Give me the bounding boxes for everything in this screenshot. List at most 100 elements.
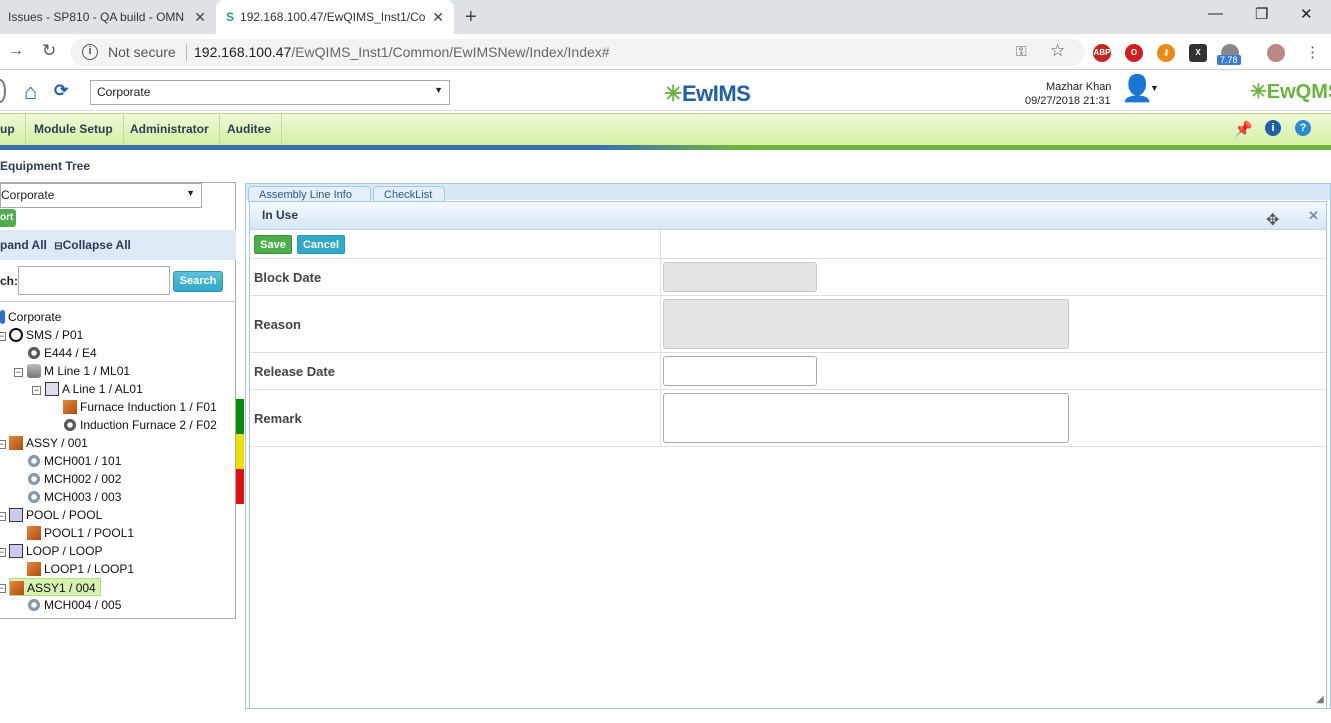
back-circle-icon[interactable]: [0, 79, 6, 103]
main-menu: up Module Setup Administrator Auditee 📌 …: [0, 113, 1331, 145]
info-icon[interactable]: i: [82, 44, 98, 60]
user-dropdown-icon[interactable]: ▼: [1150, 83, 1159, 93]
export-button[interactable]: ort: [0, 209, 16, 227]
ewims-logo: ✳EwIMS: [664, 81, 751, 106]
cancel-button[interactable]: Cancel: [297, 235, 345, 254]
home-icon[interactable]: ⌂: [24, 79, 37, 105]
plant-select[interactable]: Corporate ▼: [90, 80, 450, 105]
url-text[interactable]: 192.168.100.47/EwQIMS_Inst1/Common/EwIMS…: [194, 44, 610, 60]
tree-node[interactable]: Corporate: [0, 308, 61, 326]
browser-tab-ewqims[interactable]: S 192.168.100.47/EwQIMS_Inst1/Co ✕: [216, 0, 454, 34]
form-row-remark: Remark: [250, 390, 1326, 447]
omnibox[interactable]: i Not secure 192.168.100.47/EwQIMS_Inst1…: [70, 39, 1085, 66]
pin-icon[interactable]: 📌: [1234, 120, 1253, 138]
tree-node[interactable]: MCH004 / 005: [27, 596, 121, 614]
collapse-toggle-icon[interactable]: −: [0, 512, 6, 521]
adblock-icon[interactable]: ABP: [1093, 44, 1111, 62]
save-button[interactable]: Save: [254, 235, 292, 254]
user-name: Mazhar Khan: [1046, 81, 1112, 93]
tree-search-row: ch: Search: [0, 263, 236, 301]
status-red-strip: [236, 469, 244, 504]
profile-avatar[interactable]: [1267, 44, 1285, 62]
tab-assembly-line-info[interactable]: Assembly Line Info: [248, 186, 371, 202]
pool-icon: [9, 508, 23, 522]
collapse-toggle-icon[interactable]: −: [0, 584, 6, 593]
tree-node[interactable]: Furnace Induction 1 / F01: [63, 398, 217, 416]
maximize-icon[interactable]: ❐: [1255, 5, 1268, 23]
new-tab-icon[interactable]: +: [465, 6, 477, 29]
reason-textarea: [663, 299, 1069, 349]
machine-gear-icon: [27, 472, 41, 486]
tree-node[interactable]: SMS / P01: [9, 326, 83, 344]
menu-item-setup[interactable]: up: [0, 114, 26, 145]
status-green-strip: [236, 399, 244, 434]
remark-label: Remark: [254, 411, 302, 426]
reload-icon[interactable]: ↻: [42, 41, 56, 61]
tab-favicon-icon: S: [226, 10, 235, 24]
divider: [660, 296, 661, 352]
block-date-input: [663, 262, 817, 292]
dialog-titlebar[interactable]: In Use ✥ ✕: [250, 202, 1326, 230]
tree-node[interactable]: MCH002 / 002: [27, 470, 121, 488]
help-icon[interactable]: ?: [1295, 120, 1311, 136]
chevron-down-icon: ▼: [186, 188, 195, 198]
tab-checklist[interactable]: CheckList: [373, 186, 445, 202]
remark-textarea[interactable]: [663, 393, 1069, 443]
user-avatar-icon[interactable]: 👤: [1121, 73, 1153, 104]
expand-all-link[interactable]: pand All: [0, 238, 47, 252]
key-extension-icon[interactable]: ⚷: [1157, 44, 1175, 62]
tree-plant-select[interactable]: Corporate ▼: [0, 183, 202, 208]
menu-item-administrator[interactable]: Administrator: [120, 114, 220, 145]
tree-node-selected[interactable]: ASSY1 / 004: [9, 578, 101, 596]
release-date-input[interactable]: [663, 356, 817, 386]
collapse-toggle-icon[interactable]: −: [32, 386, 41, 395]
divider: [660, 390, 661, 446]
ewqms-logo: ✳EwQMS: [1250, 81, 1331, 103]
form-row-block-date: Block Date: [250, 259, 1326, 296]
collapse-toggle-icon[interactable]: −: [0, 332, 6, 341]
tree-node[interactable]: ASSY / 001: [9, 434, 88, 452]
tree-node[interactable]: Induction Furnace 2 / F02: [63, 416, 217, 434]
assembly-icon: [10, 581, 24, 595]
collapse-toggle-icon[interactable]: −: [14, 368, 23, 377]
collapse-toggle-icon[interactable]: −: [0, 440, 6, 449]
menu-item-module-setup[interactable]: Module Setup: [24, 114, 124, 145]
resize-handle-icon[interactable]: ◢: [1316, 694, 1324, 705]
corporate-icon: [0, 310, 5, 324]
forward-icon[interactable]: →: [8, 42, 24, 60]
collapse-icon: ⊟: [54, 241, 63, 252]
close-tab-icon[interactable]: ✕: [432, 9, 444, 26]
info-icon[interactable]: i: [1265, 120, 1281, 136]
menu-item-auditee[interactable]: Auditee: [217, 114, 283, 145]
close-tab-icon[interactable]: ✕: [194, 9, 206, 26]
close-icon[interactable]: ✕: [1308, 208, 1319, 224]
tree-node[interactable]: POOL1 / POOL1: [27, 524, 134, 542]
tree-node[interactable]: M Line 1 / ML01: [27, 362, 130, 380]
minimize-icon[interactable]: —: [1208, 5, 1223, 22]
furnace-icon: [63, 400, 77, 414]
collapse-toggle-icon[interactable]: −: [0, 548, 6, 557]
collapse-all-link[interactable]: Collapse All: [63, 238, 131, 252]
tree-node[interactable]: E444 / E4: [27, 344, 97, 362]
user-datetime: 09/27/2018 21:31: [1025, 95, 1111, 107]
browser-menu-icon[interactable]: ⋮: [1305, 43, 1320, 61]
opera-icon[interactable]: O: [1125, 44, 1143, 62]
plant-gear-icon: [9, 328, 23, 342]
refresh-icon[interactable]: ⟳: [54, 81, 68, 101]
browser-tab-issues[interactable]: Issues - SP810 - QA build - OMN ✕: [0, 0, 216, 34]
equipment-tree-title: Equipment Tree: [0, 159, 91, 173]
tree-node[interactable]: A Line 1 / AL01: [45, 380, 143, 398]
window-close-icon[interactable]: ✕: [1300, 5, 1313, 23]
x-extension-icon[interactable]: X: [1189, 44, 1207, 62]
tree-search-input[interactable]: [18, 266, 170, 295]
tree-node[interactable]: POOL / POOL: [9, 506, 102, 524]
key-icon[interactable]: ⚿: [1016, 43, 1027, 60]
tree-node[interactable]: MCH001 / 101: [27, 452, 121, 470]
move-icon[interactable]: ✥: [1266, 210, 1279, 230]
bookmark-star-icon[interactable]: ☆: [1050, 41, 1065, 61]
tree-node[interactable]: LOOP1 / LOOP1: [27, 560, 134, 578]
tree-node[interactable]: MCH003 / 003: [27, 488, 121, 506]
tree-node[interactable]: LOOP / LOOP: [9, 542, 102, 560]
machine-gear-icon: [27, 598, 41, 612]
search-button[interactable]: Search: [173, 271, 223, 292]
